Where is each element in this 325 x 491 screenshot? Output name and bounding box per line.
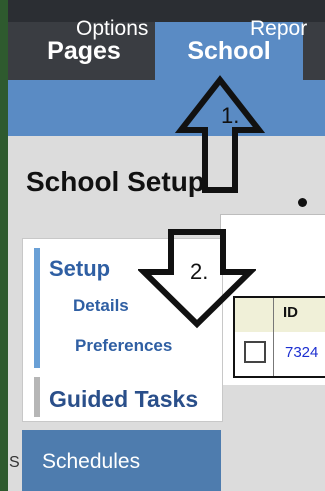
nav-setup[interactable]: Setup [49,256,110,282]
subnav-options[interactable]: Options [76,17,148,41]
annotation-step-2: 2. [190,259,209,284]
clipped-text: S [9,454,20,471]
annotation-step-1: 1. [221,103,240,128]
setup-active-indicator [34,248,40,368]
row-checkbox[interactable] [244,341,266,363]
nav-schedules-label: Schedules [42,450,141,473]
window-left-edge [0,0,8,491]
sub-nav-bar [8,80,325,136]
guided-tasks-indicator [34,377,40,417]
up-arrow-icon [175,75,265,193]
table-column-divider [273,298,274,376]
nav-preferences[interactable]: Preferences [75,336,172,356]
nav-details[interactable]: Details [73,296,129,316]
screen: Pages School Options Repor School Setup … [0,0,325,491]
annotation-dot [298,198,307,207]
column-header-id[interactable]: ID [283,304,298,321]
row-id-link[interactable]: 7324 [285,344,318,361]
nav-guided-tasks[interactable]: Guided Tasks [49,386,198,413]
subnav-reports[interactable]: Repor [250,17,307,41]
